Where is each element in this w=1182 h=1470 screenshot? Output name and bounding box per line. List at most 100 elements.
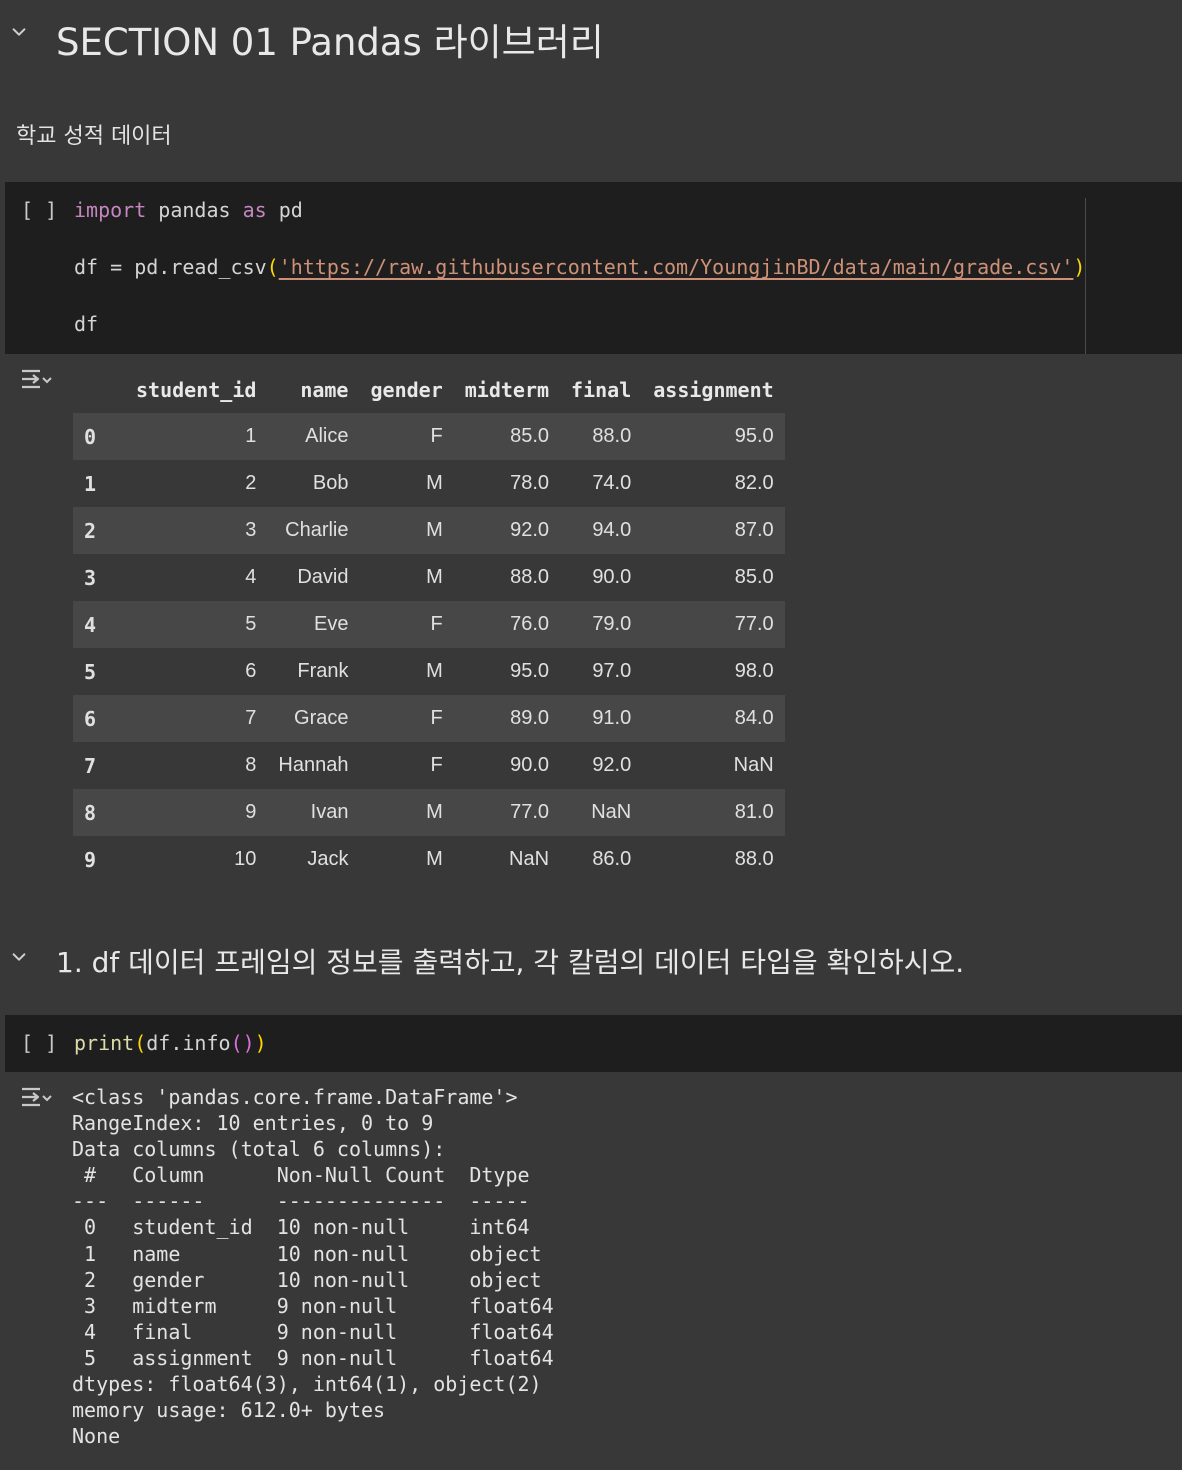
code-cell-1[interactable]: [ ] import pandas as pd df = pd.read_csv… xyxy=(5,182,1182,354)
row-index: 3 xyxy=(84,565,97,590)
row-index: 4 xyxy=(84,612,97,637)
table-row: 0 1 Alice F 85.0 88.0 95.0 xyxy=(73,413,785,460)
table-row: 8 9 Ivan M 77.0 NaN 81.0 xyxy=(73,789,785,836)
row-index: 0 xyxy=(84,424,97,449)
column-header: name xyxy=(300,377,349,402)
table-cell: F xyxy=(430,754,443,776)
table-cell: 92.0 xyxy=(510,519,550,541)
table-cell: F xyxy=(430,425,443,447)
code-text: df = pd.read_csv xyxy=(74,255,267,279)
section-title: SECTION 01 Pandas 라이브러리 xyxy=(56,21,604,64)
table-cell: Charlie xyxy=(285,519,349,541)
table-cell: 78.0 xyxy=(510,472,550,494)
table-cell: M xyxy=(426,566,443,588)
table-row: 4 5 Eve F 76.0 79.0 77.0 xyxy=(73,601,785,648)
table-cell: 92.0 xyxy=(592,754,632,776)
column-header: assignment xyxy=(653,377,774,402)
code-keyword: import xyxy=(74,198,147,222)
question-heading-row: 1. df 데이터 프레임의 정보를 출력하고, 각 칼럼의 데이터 타입을 확… xyxy=(0,935,1182,981)
table-cell: Ivan xyxy=(310,801,349,823)
table-cell: 95.0 xyxy=(510,660,550,682)
table-cell: David xyxy=(297,566,349,588)
table-cell: Hannah xyxy=(278,754,349,776)
row-index: 7 xyxy=(84,753,97,778)
output-toggle-icon[interactable] xyxy=(18,1084,52,1112)
chevron-down-icon[interactable] xyxy=(9,947,29,967)
table-cell: 8 xyxy=(245,754,257,776)
table-cell: 81.0 xyxy=(734,801,774,823)
code-paren: () xyxy=(230,1031,255,1055)
table-cell: 84.0 xyxy=(734,707,774,729)
table-cell: 10 xyxy=(234,848,257,870)
chevron-down-icon[interactable] xyxy=(9,22,29,42)
code-line-2: df = pd.read_csv('https://raw.githubuser… xyxy=(74,255,1085,279)
table-cell: 90.0 xyxy=(592,566,632,588)
table-cell: 87.0 xyxy=(734,519,774,541)
table-row: 6 7 Grace F 89.0 91.0 84.0 xyxy=(73,695,785,742)
table-cell: 77.0 xyxy=(734,613,774,635)
table-cell: 4 xyxy=(245,566,257,588)
table-cell: 89.0 xyxy=(510,707,550,729)
table-cell: F xyxy=(430,707,443,729)
table-cell: NaN xyxy=(733,754,774,776)
table-cell: 74.0 xyxy=(592,472,632,494)
table-row: 7 8 Hannah F 90.0 92.0 NaN xyxy=(73,742,785,789)
subtitle-text: 학교 성적 데이터 xyxy=(16,124,172,149)
table-cell: F xyxy=(430,613,443,635)
column-header: final xyxy=(571,377,632,402)
code-paren: ( xyxy=(134,1031,147,1055)
section-heading-row: SECTION 01 Pandas 라이브러리 xyxy=(0,8,1182,64)
code-keyword: as xyxy=(242,198,267,222)
table-row: 5 6 Frank M 95.0 97.0 98.0 xyxy=(73,648,785,695)
table-cell: 88.0 xyxy=(592,425,632,447)
table-cell: 9 xyxy=(245,801,257,823)
code-function: print xyxy=(74,1031,135,1055)
table-cell: M xyxy=(426,801,443,823)
code-line-3: df xyxy=(74,312,99,336)
table-row: 2 3 Charlie M 92.0 94.0 87.0 xyxy=(73,507,785,554)
table-cell: 85.0 xyxy=(734,566,774,588)
run-cell-button[interactable]: [ ] xyxy=(21,198,57,222)
table-cell: 77.0 xyxy=(510,801,550,823)
code-cell-2[interactable]: [ ] print(df.info()) xyxy=(5,1015,1182,1072)
index-header xyxy=(73,366,125,413)
run-cell-button[interactable]: [ ] xyxy=(21,1031,57,1055)
code-line-1: print(df.info()) xyxy=(74,1031,267,1055)
column-header: midterm xyxy=(464,377,550,402)
table-cell: Grace xyxy=(294,707,349,729)
row-index: 2 xyxy=(84,518,97,543)
code-url-link[interactable]: 'https://raw.githubusercontent.com/Young… xyxy=(279,255,1074,279)
table-cell: 6 xyxy=(245,660,257,682)
question-title: 1. df 데이터 프레임의 정보를 출력하고, 각 칼럼의 데이터 타입을 확… xyxy=(56,946,965,979)
row-index: 1 xyxy=(84,471,97,496)
table-cell: 1 xyxy=(245,425,257,447)
code-paren: ( xyxy=(266,255,279,279)
column-header: student_id xyxy=(136,377,257,402)
table-cell: 97.0 xyxy=(592,660,632,682)
table-cell: Bob xyxy=(312,472,349,494)
table-header-row: student_id name gender midterm final assignme… xyxy=(73,366,785,413)
row-index: 9 xyxy=(84,847,97,872)
table-row: 3 4 David M 88.0 90.0 85.0 xyxy=(73,554,785,601)
output-toggle-icon[interactable] xyxy=(18,366,52,394)
table-row: 1 2 Bob M 78.0 74.0 82.0 xyxy=(73,460,785,507)
table-cell: M xyxy=(426,660,443,682)
table-cell: 2 xyxy=(245,472,257,494)
table-cell: Eve xyxy=(314,613,349,635)
code-text: df.info xyxy=(146,1031,231,1055)
table-cell: 5 xyxy=(245,613,257,635)
code-paren: ) xyxy=(254,1031,267,1055)
table-cell: 98.0 xyxy=(734,660,774,682)
table-cell: 94.0 xyxy=(592,519,632,541)
code-text: pandas xyxy=(146,198,243,222)
table-cell: 90.0 xyxy=(510,754,550,776)
table-cell: 82.0 xyxy=(734,472,774,494)
table-cell: Frank xyxy=(297,660,349,682)
row-index: 6 xyxy=(84,706,97,731)
table-cell: 88.0 xyxy=(510,566,550,588)
table-cell: Jack xyxy=(307,848,349,870)
info-output-text: <class 'pandas.core.frame.DataFrame'> Ra… xyxy=(72,1085,554,1449)
code-text: pd xyxy=(266,198,303,222)
table-cell: Alice xyxy=(305,425,349,447)
table-cell: 88.0 xyxy=(734,848,774,870)
